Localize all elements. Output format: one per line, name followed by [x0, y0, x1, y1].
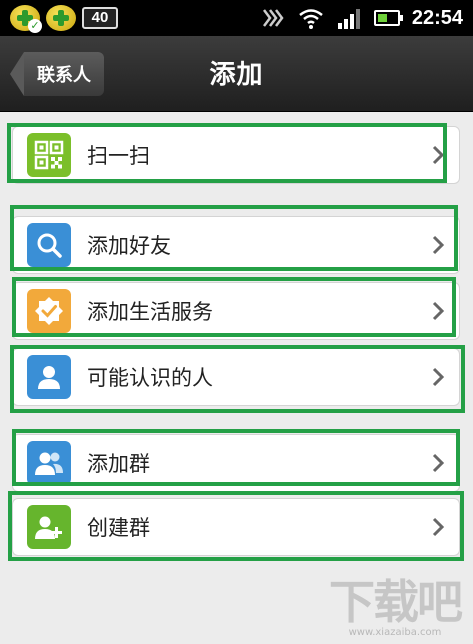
search-icon — [27, 223, 71, 267]
chevron-right-icon — [432, 235, 445, 255]
watermark: 下载吧 www.xiazaiba.com — [329, 575, 463, 638]
watermark-logo: 下载吧 — [329, 575, 463, 629]
title-bar: 联系人 添加 — [0, 36, 473, 112]
menu-item-create-group[interactable]: 创建群 — [12, 498, 460, 556]
group-icon — [27, 441, 71, 485]
menu-item-label: 添加群 — [87, 452, 150, 476]
battery-level-icon: 40 — [82, 7, 118, 29]
menu-item-label: 添加好友 — [87, 234, 171, 258]
menu-item-label: 添加生活服务 — [87, 300, 213, 324]
cell-signal-icon — [337, 9, 360, 29]
menu-item-label: 可能认识的人 — [87, 366, 213, 390]
menu-item-scan[interactable]: 扫一扫 — [12, 126, 460, 184]
page-title: 添加 — [209, 60, 264, 90]
add-group-icon — [27, 505, 71, 549]
chevron-right-icon — [432, 453, 445, 473]
menu-item-people-you-may-know[interactable]: 可能认识的人 — [12, 348, 460, 406]
person-icon — [27, 355, 71, 399]
verified-badge-icon — [27, 289, 71, 333]
menu-item-add-group[interactable]: 添加群 — [12, 434, 460, 492]
chevron-right-icon — [432, 517, 445, 537]
clock: 22:54 — [411, 6, 463, 29]
menu-item-add-life-service[interactable]: 添加生活服务 — [12, 282, 460, 340]
menu-item-label: 扫一扫 — [87, 144, 150, 168]
wifi-icon — [299, 9, 323, 29]
chevron-right-icon — [432, 145, 445, 165]
status-bar: ✓ 40 22:54 — [0, 0, 473, 36]
watermark-url: www.xiazaiba.com — [348, 627, 442, 638]
security-cross-icon — [46, 5, 76, 31]
chevron-right-icon — [432, 301, 445, 321]
security-shield-icon: ✓ — [10, 5, 42, 33]
qr-code-icon — [27, 133, 71, 177]
battery-icon — [373, 10, 403, 26]
menu-item-add-friend[interactable]: 添加好友 — [12, 216, 460, 274]
signal-buzz-icon — [262, 9, 284, 27]
chevron-right-icon — [432, 367, 445, 387]
menu-item-label: 创建群 — [87, 516, 150, 540]
